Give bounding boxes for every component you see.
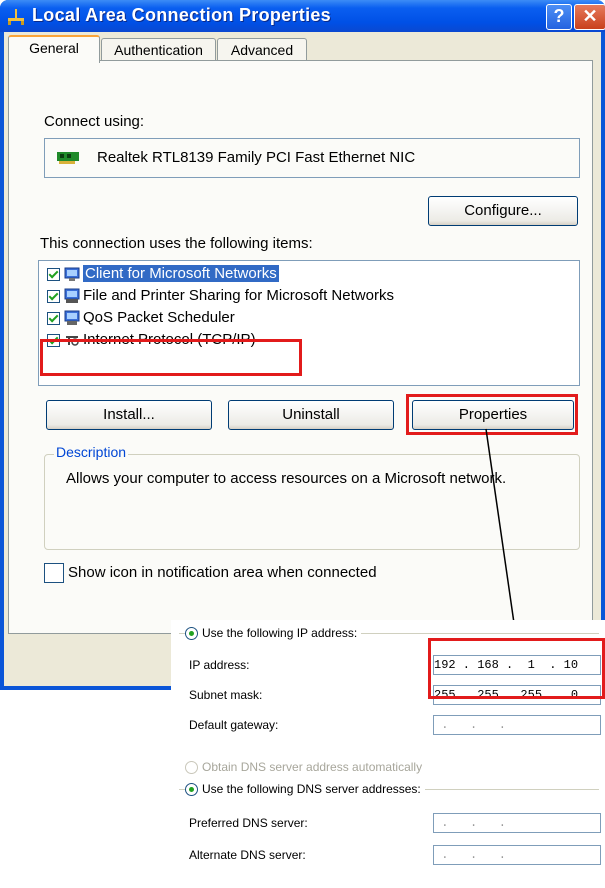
preferred-dns-label: Preferred DNS server: <box>189 816 308 830</box>
default-gateway-field[interactable]: . . . <box>433 715 601 735</box>
preferred-dns-field[interactable]: . . . <box>433 813 601 833</box>
ip-address-label: IP address: <box>189 658 250 672</box>
obtain-dns-option[interactable]: Obtain DNS server address automatically <box>185 760 423 775</box>
obtain-dns-label: Obtain DNS server address automatically <box>202 760 423 774</box>
use-following-dns-option[interactable]: Use the following DNS server addresses: <box>185 782 425 797</box>
use-following-dns-label: Use the following DNS server addresses: <box>202 782 421 796</box>
default-gateway-label: Default gateway: <box>189 718 279 732</box>
subnet-mask-label: Subnet mask: <box>189 688 263 702</box>
alternate-dns-field[interactable]: . . . <box>433 845 601 865</box>
dns-static-radio[interactable] <box>185 783 198 797</box>
use-following-ip-label: Use the following IP address: <box>202 626 358 640</box>
tab-general[interactable]: General <box>8 35 100 63</box>
dns-auto-radio[interactable] <box>185 761 198 775</box>
ip-subnet-highlight-box <box>428 638 605 699</box>
alternate-dns-label: Alternate DNS server: <box>189 848 306 862</box>
ip-static-radio[interactable] <box>185 627 198 641</box>
use-following-ip-option[interactable]: Use the following IP address: <box>185 626 362 641</box>
